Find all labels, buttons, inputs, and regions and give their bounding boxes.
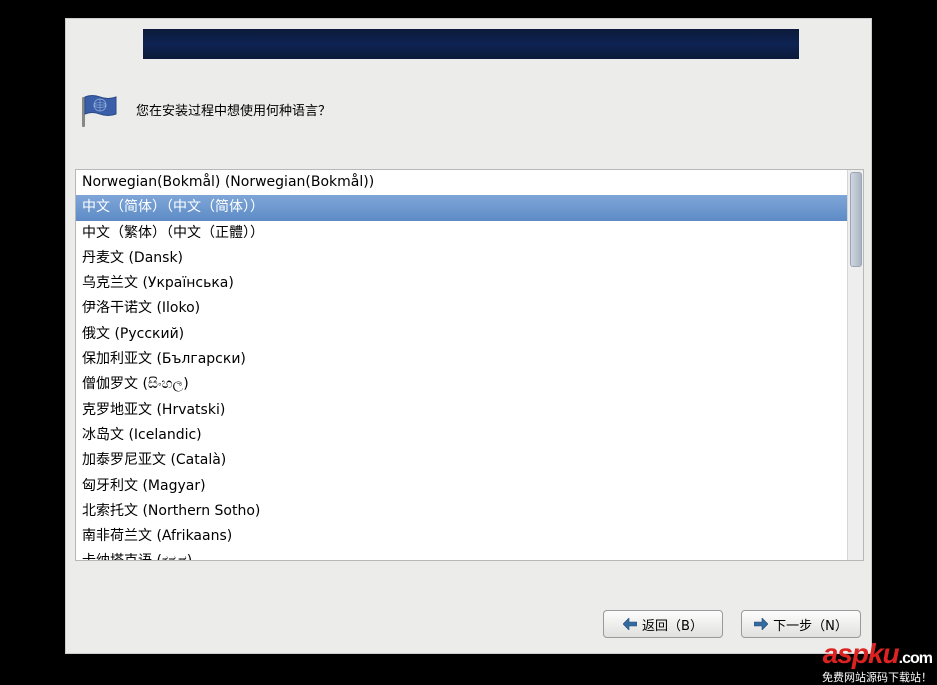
- language-option[interactable]: 伊洛干诺文 (Iloko): [76, 296, 847, 321]
- language-option[interactable]: 丹麦文 (Dansk): [76, 246, 847, 271]
- language-option[interactable]: 冰岛文 (Icelandic): [76, 423, 847, 448]
- globe-flag-icon: [80, 94, 120, 124]
- language-option[interactable]: 加泰罗尼亚文 (Català): [76, 448, 847, 473]
- language-option[interactable]: 僧伽罗文 (සිංහල): [76, 372, 847, 397]
- arrow-left-icon: [623, 617, 637, 631]
- language-option[interactable]: 卡纳塔克语 (ಕನ್ನಡ): [76, 549, 847, 560]
- language-option[interactable]: 匈牙利文 (Magyar): [76, 474, 847, 499]
- arrow-right-icon: [754, 617, 768, 631]
- language-option[interactable]: 克罗地亚文 (Hrvatski): [76, 398, 847, 423]
- next-button-label: 下一步（N）: [773, 615, 848, 634]
- top-banner: [143, 29, 799, 59]
- installer-window: 您在安装过程中想使用何种语言？ Norwegian(Bokmål) (Norwe…: [65, 18, 872, 654]
- language-list-viewport: Norwegian(Bokmål) (Norwegian(Bokmål))中文（…: [76, 170, 847, 560]
- language-list[interactable]: Norwegian(Bokmål) (Norwegian(Bokmål))中文（…: [76, 170, 847, 560]
- language-option[interactable]: 南非荷兰文 (Afrikaans): [76, 524, 847, 549]
- language-option[interactable]: 北索托文 (Northern Sotho): [76, 499, 847, 524]
- next-button[interactable]: 下一步（N）: [741, 610, 861, 638]
- prompt-text: 您在安装过程中想使用何种语言？: [136, 100, 331, 119]
- scrollbar-thumb[interactable]: [850, 172, 862, 267]
- language-list-container: Norwegian(Bokmål) (Norwegian(Bokmål))中文（…: [75, 169, 864, 561]
- watermark-brand-suffix: .com: [899, 650, 932, 667]
- language-option[interactable]: 中文（简体）（中文（简体））: [76, 195, 847, 220]
- language-option[interactable]: 保加利亚文 (Български): [76, 347, 847, 372]
- language-option[interactable]: 俄文 (Русский): [76, 322, 847, 347]
- prompt-row: 您在安装过程中想使用何种语言？: [80, 94, 331, 124]
- watermark-tagline: 免费网站源码下载站！: [822, 669, 932, 685]
- back-button[interactable]: 返回（B）: [603, 610, 723, 638]
- back-button-label: 返回（B）: [642, 615, 703, 634]
- language-option[interactable]: 乌克兰文 (Українська): [76, 271, 847, 296]
- footer-buttons: 返回（B） 下一步（N）: [603, 610, 861, 638]
- language-option[interactable]: Norwegian(Bokmål) (Norwegian(Bokmål)): [76, 170, 847, 195]
- language-option[interactable]: 中文（繁体）（中文（正體））: [76, 221, 847, 246]
- scrollbar[interactable]: [847, 170, 863, 560]
